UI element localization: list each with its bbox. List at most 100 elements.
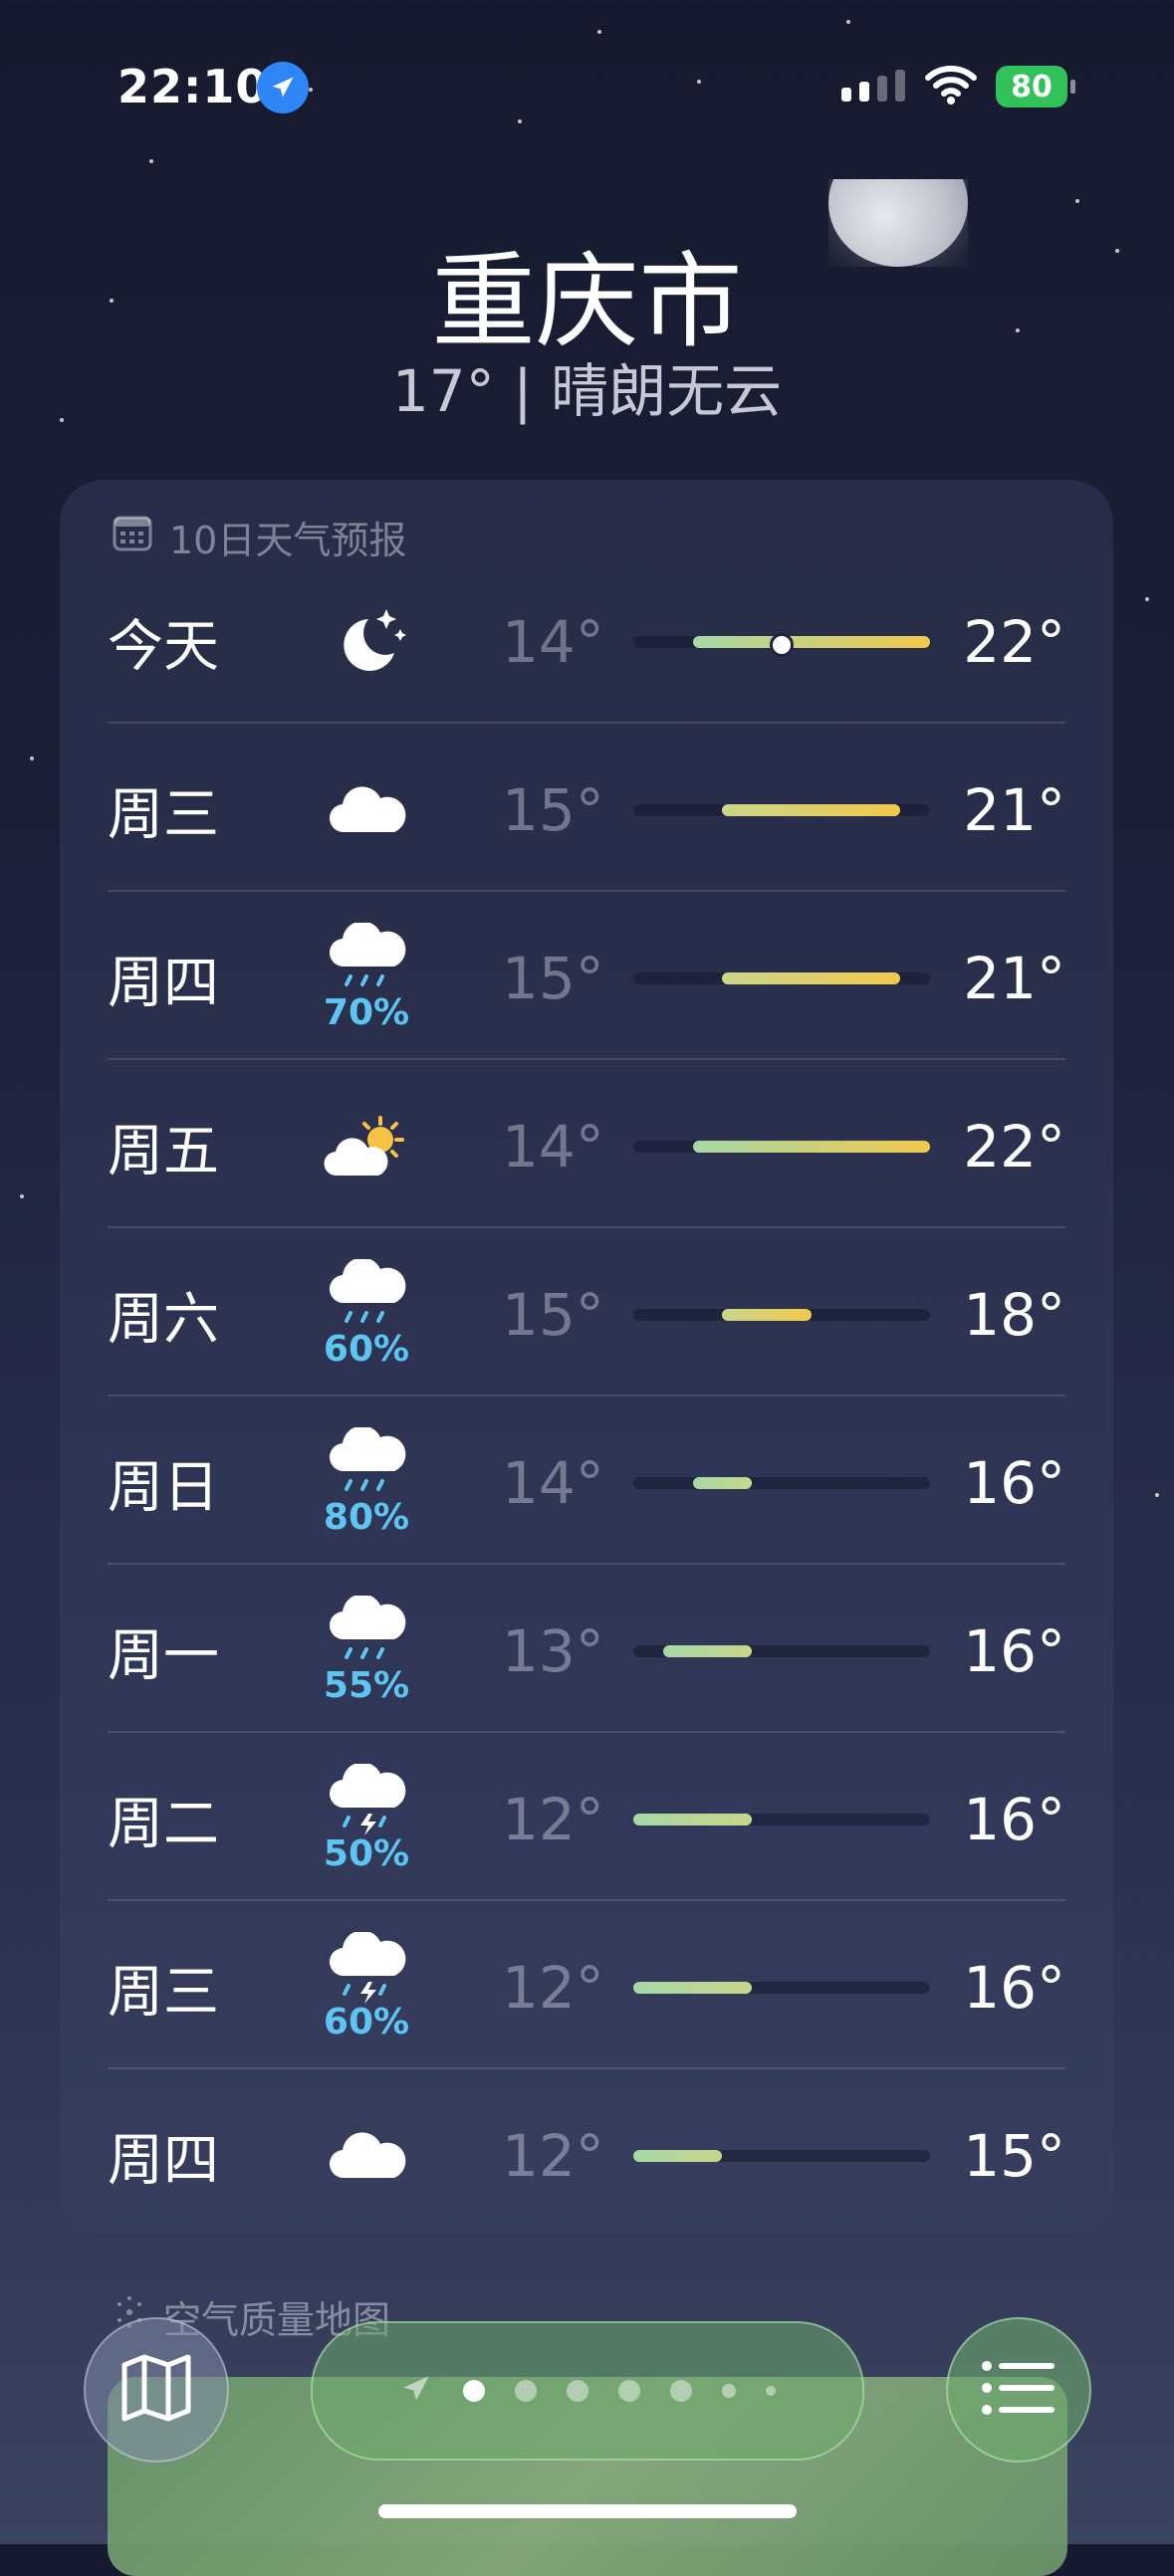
temp-range-fill [722,1308,812,1321]
weather-icon-cell: 70% [307,896,426,1060]
forecast-row[interactable]: 周一 55% 13° 16° [108,1569,1065,1733]
day-label: 周一 [108,1623,219,1688]
day-label: 周三 [108,782,219,847]
day-label: 周四 [108,2128,219,2193]
low-temp: 14° [502,1448,604,1517]
status-time: 22:10 [117,60,269,113]
temp-range-bar [633,1140,930,1153]
precip-chance: 70% [323,992,410,1033]
temp-range-bar [633,971,930,984]
map-button[interactable] [84,2317,229,2463]
forecast-row[interactable]: 周四 12° 15° [108,2073,1065,2238]
high-temp: 16° [963,1616,1065,1685]
row-divider [108,1395,1065,1396]
weather-icon-cell: 55% [307,1569,426,1733]
precip-chance: 60% [323,2002,410,2042]
page-dot[interactable] [618,2380,640,2402]
row-divider [108,890,1065,892]
low-temp: 14° [502,607,604,676]
location-page-indicator[interactable] [311,2321,864,2461]
temp-range-bar [633,1981,930,1994]
low-temp: 15° [502,775,604,844]
page-dot[interactable] [463,2380,485,2402]
cloud-thunder-icon [325,1932,408,2006]
low-temp: 12° [502,2121,604,2190]
page-dot[interactable] [766,2386,776,2396]
forecast-row[interactable]: 今天 14° 22° [108,559,1065,724]
location-list-button[interactable] [946,2317,1091,2463]
forecast-row[interactable]: 周三 60% 12° 16° [108,1905,1065,2069]
current-conditions: 17° | 晴朗无云 [391,357,783,425]
row-divider [108,2067,1065,2069]
weather-icon-cell [307,728,426,892]
temp-range-fill [633,1981,753,1994]
day-label: 今天 [108,614,219,679]
precip-chance: 80% [323,1497,410,1538]
forecast-row[interactable]: 周二 50% 12° 16° [108,1737,1065,1901]
weather-icon-cell: 80% [307,1400,426,1565]
temp-range-fill [722,803,901,816]
day-label: 周三 [108,1960,219,2025]
high-temp: 22° [963,1112,1065,1181]
low-temp: 14° [502,1112,604,1181]
temp-range-bar [633,1813,930,1825]
temp-range-fill [633,1813,753,1825]
cloud-rain-icon [325,1596,408,1669]
low-temp: 15° [502,944,604,1012]
high-temp: 15° [963,2121,1065,2190]
temp-range-fill [633,2149,723,2162]
page-dot[interactable] [515,2380,537,2402]
location-arrow-icon [257,62,309,113]
weather-icon-cell: 50% [307,1737,426,1901]
cloud-icon [325,2128,408,2184]
temp-range-fill [662,1644,753,1657]
weather-icon-cell [307,1064,426,1228]
weather-icon-cell: 60% [307,1905,426,2069]
ten-day-forecast-card[interactable]: 10日天气预报 今天 14° 22° 周三 15° 21° 周四 70% 15° 21° 周五 14°… [60,480,1113,2232]
temp-range-bar [633,803,930,816]
high-temp: 21° [963,944,1065,1012]
weather-icon-cell [307,559,426,724]
day-label: 周五 [108,1119,219,1183]
home-indicator[interactable] [378,2504,797,2518]
high-temp: 16° [963,1448,1065,1517]
page-dot[interactable] [722,2384,736,2398]
high-temp: 16° [963,1953,1065,2022]
temp-range-bar [633,2149,930,2162]
row-divider [108,1731,1065,1733]
temp-range-bar [633,1308,930,1321]
forecast-row[interactable]: 周四 70% 15° 21° [108,896,1065,1060]
row-divider [108,1226,1065,1228]
day-label: 周日 [108,1455,219,1520]
row-divider [108,1899,1065,1901]
row-divider [108,1058,1065,1060]
forecast-row[interactable]: 周五 14° 22° [108,1064,1065,1228]
cloud-rain-icon [325,923,408,996]
low-temp: 13° [502,1616,604,1685]
precip-chance: 50% [323,1833,410,1874]
cloud-sun-icon [319,1112,414,1181]
cellular-signal-icon [841,70,905,102]
battery-indicator: 80 [996,66,1075,107]
temp-range-fill [692,1476,753,1489]
cloud-thunder-icon [325,1764,408,1837]
forecast-row[interactable]: 周六 60% 15° 18° [108,1232,1065,1396]
low-temp: 12° [502,1953,604,2022]
temp-range-fill [722,971,901,984]
page-dot[interactable] [567,2380,588,2402]
day-label: 周六 [108,1287,219,1352]
forecast-row[interactable]: 周日 80% 14° 16° [108,1400,1065,1565]
row-divider [108,722,1065,724]
precip-chance: 60% [323,1329,410,1370]
list-icon [981,2360,1057,2420]
low-temp: 15° [502,1280,604,1349]
high-temp: 16° [963,1785,1065,1853]
row-divider [108,1563,1065,1565]
page-dot[interactable] [670,2380,692,2402]
precip-chance: 55% [323,1665,410,1706]
high-temp: 21° [963,775,1065,844]
temp-range-bar [633,1644,930,1657]
weather-icon-cell: 60% [307,1232,426,1396]
forecast-row[interactable]: 周三 15° 21° [108,728,1065,892]
status-bar: 22:10 80 [0,52,1174,123]
